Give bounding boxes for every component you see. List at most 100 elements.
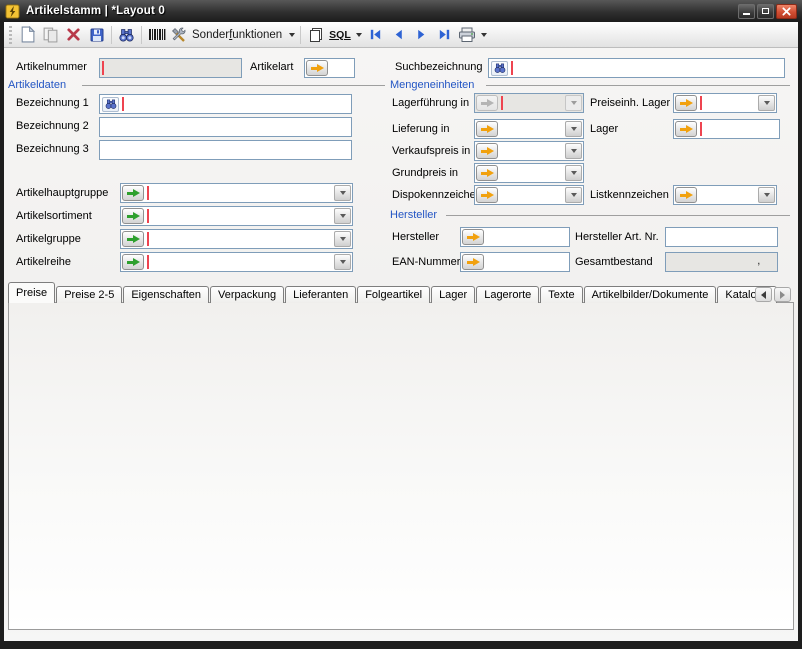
binoculars-icon[interactable] [102,97,119,112]
artikelreihe-combo[interactable] [120,252,353,272]
suchbezeichnung-field[interactable] [488,58,785,78]
minimize-button[interactable] [738,4,755,19]
new-button[interactable] [16,24,39,46]
tab-lagerorte[interactable]: Lagerorte [476,286,539,303]
artikelreihe-lookup-button[interactable] [122,254,144,270]
chevron-down-icon [571,127,577,131]
delete-button[interactable] [62,24,85,46]
tab-lieferanten[interactable]: Lieferanten [285,286,356,303]
tab-eigenschaften[interactable]: Eigenschaften [123,286,209,303]
grundpreis-lookup-button[interactable] [476,165,498,181]
previous-record-icon [391,27,406,42]
artikelsortiment-label: Artikelsortiment [16,210,92,222]
artikelart-field[interactable] [304,58,355,78]
required-marker [147,209,149,223]
tab-verpackung[interactable]: Verpackung [210,286,284,303]
lager-lookup-button[interactable] [675,121,697,137]
tab-scroll-left-button[interactable] [755,287,772,302]
verkaufspreis-lookup-button[interactable] [476,143,498,159]
required-marker [147,186,149,200]
hersteller-field[interactable] [460,227,570,247]
grundpreis-dropdown-button[interactable] [565,165,582,181]
toolbar-grip[interactable] [9,26,12,44]
green-arrow-icon [127,235,140,244]
lager-field[interactable] [673,119,780,139]
hersteller-label: Hersteller [392,231,439,243]
orange-arrow-icon [311,64,324,73]
ean-nummer-field[interactable] [460,252,570,272]
artikelsortiment-dropdown-button[interactable] [334,208,351,224]
sonderfunktionen-button[interactable]: Sonderfunktionen [168,24,297,46]
new-document-icon [19,26,36,43]
dispokennzeichen-lookup-button[interactable] [476,187,498,203]
next-record-button[interactable] [410,24,433,46]
tab-lager[interactable]: Lager [431,286,475,303]
tab-artikelbilder-dokumente[interactable]: Artikelbilder/Dokumente [584,286,717,303]
green-arrow-icon [127,258,140,267]
hersteller-artnr-label: Hersteller Art. Nr. [575,231,659,243]
tab-folgeartikel[interactable]: Folgeartikel [357,286,430,303]
grundpreis-combo[interactable] [474,163,584,183]
save-button[interactable] [85,24,108,46]
layout-button[interactable] [304,24,327,46]
bezeichnung3-field[interactable] [99,140,352,160]
verkaufspreis-dropdown-button[interactable] [565,143,582,159]
binoculars-icon[interactable] [491,61,508,76]
tab-scroll-right-button[interactable] [774,287,791,302]
verkaufspreis-combo[interactable] [474,141,584,161]
artikelgruppe-dropdown-button[interactable] [334,231,351,247]
maximize-button[interactable] [757,4,774,19]
artikelart-label: Artikelart [250,61,293,73]
dispokennzeichen-label: Dispokennzeichen [392,189,482,201]
barcode-button[interactable] [145,24,168,46]
artikelgruppe-combo[interactable] [120,229,353,249]
close-button[interactable] [776,4,797,19]
lagerfuehrung-lookup-button [476,95,498,111]
listkennzeichen-lookup-button[interactable] [675,187,697,203]
first-record-button[interactable] [364,24,387,46]
artikelnummer-field[interactable] [99,58,242,78]
preiseinh-lager-lookup-button[interactable] [675,95,697,111]
copy-button[interactable] [39,24,62,46]
tab-preise[interactable]: Preise [8,282,55,303]
artikelhauptgruppe-lookup-button[interactable] [122,185,144,201]
preiseinh-lager-dropdown-button[interactable] [758,95,775,111]
sql-label: SQL [329,29,351,41]
hersteller-artnr-field[interactable] [665,227,778,247]
artikelgruppe-lookup-button[interactable] [122,231,144,247]
artikelsortiment-lookup-button[interactable] [122,208,144,224]
tab-texte[interactable]: Texte [540,286,582,303]
barcode-icon [148,27,166,42]
listkennzeichen-dropdown-button[interactable] [758,187,775,203]
lieferung-lookup-button[interactable] [476,121,498,137]
artikelart-lookup-button[interactable] [306,60,328,76]
bezeichnung1-field[interactable] [99,94,352,114]
search-button[interactable] [115,24,138,46]
suchbezeichnung-label: Suchbezeichnung [395,61,482,73]
previous-record-button[interactable] [387,24,410,46]
chevron-down-icon [340,191,346,195]
artikelgruppe-label: Artikelgruppe [16,233,81,245]
last-record-button[interactable] [433,24,456,46]
lagerfuehrung-combo[interactable] [474,93,584,113]
lieferung-dropdown-button[interactable] [565,121,582,137]
artikelhauptgruppe-combo[interactable] [120,183,353,203]
dispokennzeichen-dropdown-button[interactable] [565,187,582,203]
listkennzeichen-label: Listkennzeichen [590,189,669,201]
bezeichnung2-field[interactable] [99,117,352,137]
artikelhauptgruppe-dropdown-button[interactable] [334,185,351,201]
artikelreihe-dropdown-button[interactable] [334,254,351,270]
artikelsortiment-combo[interactable] [120,206,353,226]
preiseinh-lager-combo[interactable] [673,93,777,113]
dispokennzeichen-combo[interactable] [474,185,584,205]
tab-preise-2-5[interactable]: Preise 2-5 [56,286,122,303]
hersteller-lookup-button[interactable] [462,229,484,245]
sql-button[interactable]: SQL [327,24,364,46]
listkennzeichen-combo[interactable] [673,185,777,205]
orange-arrow-icon [481,191,494,200]
lieferung-combo[interactable] [474,119,584,139]
sonderfunktionen-dropdown-icon [289,33,295,37]
print-button[interactable] [456,24,489,46]
ean-lookup-button[interactable] [462,254,484,270]
chevron-down-icon [764,101,770,105]
